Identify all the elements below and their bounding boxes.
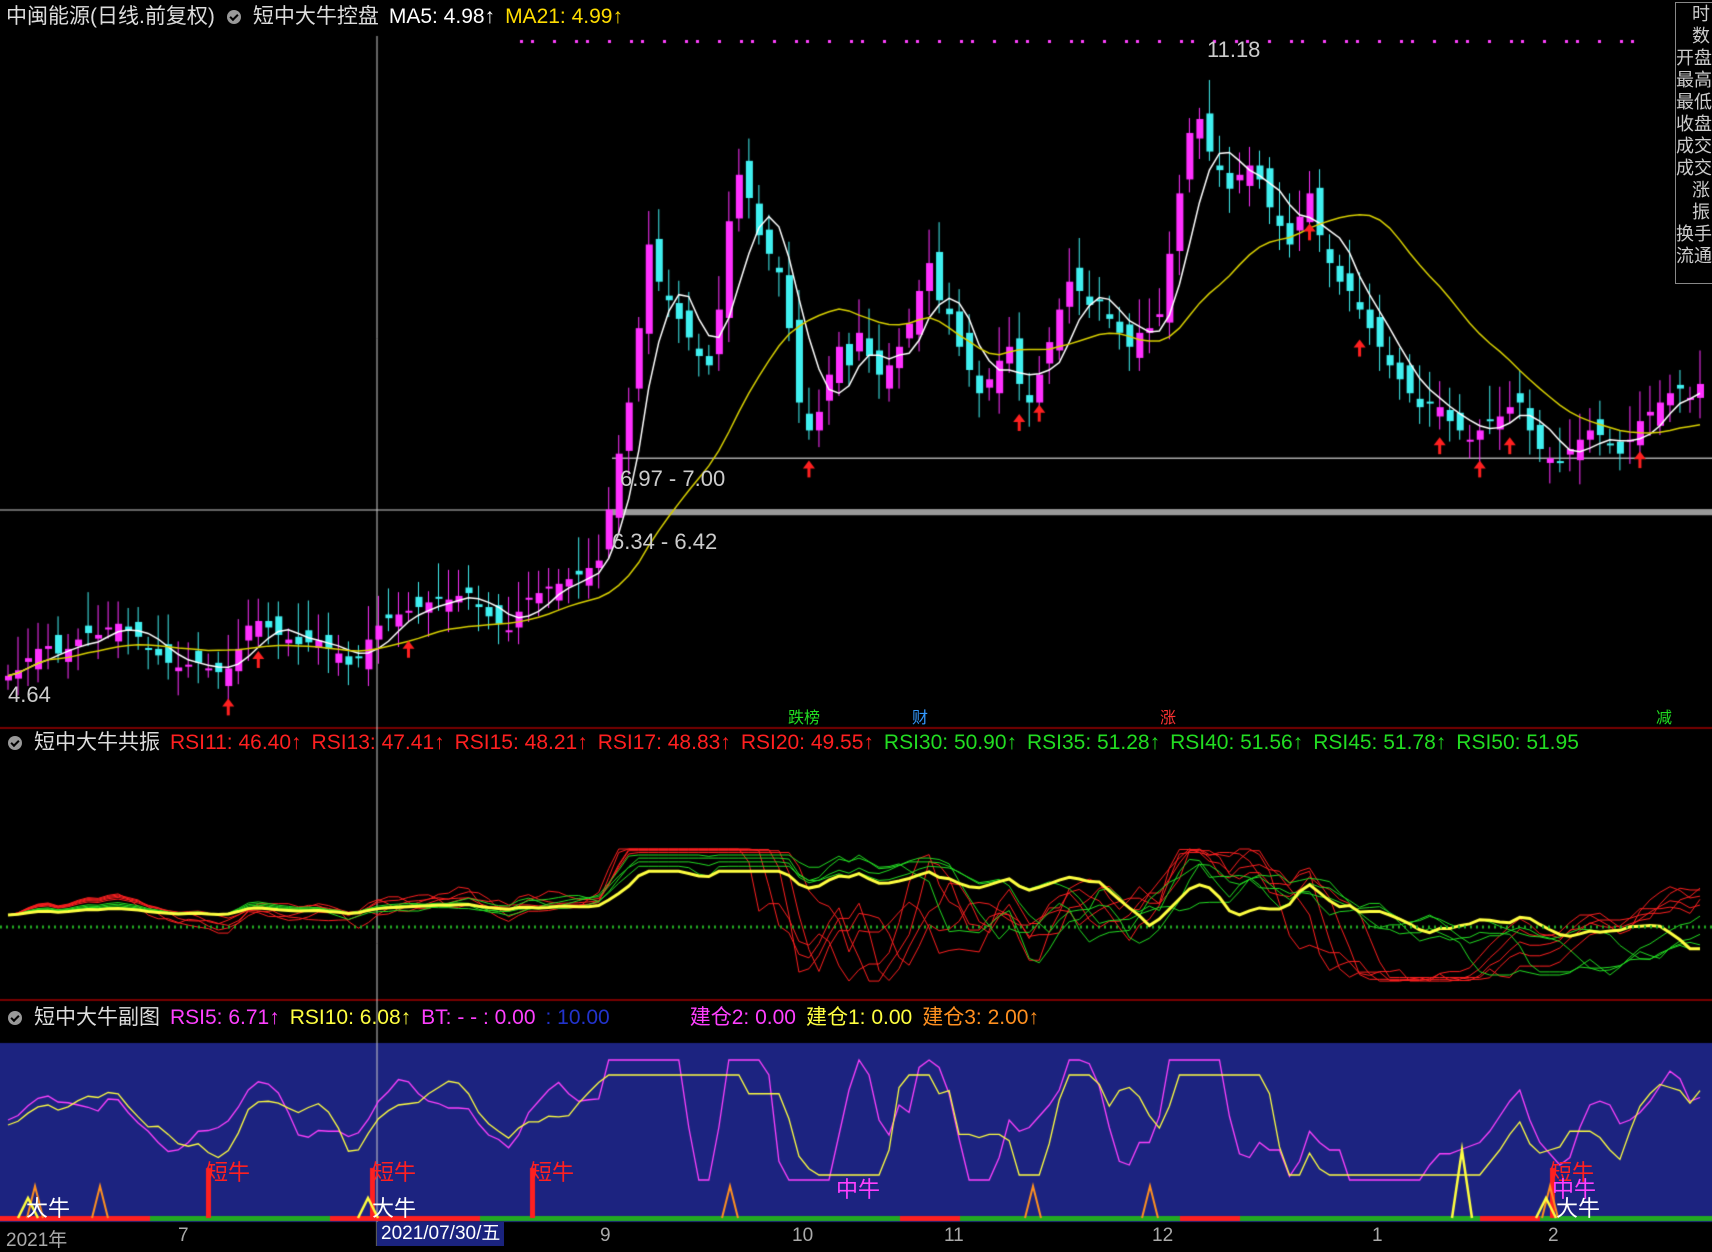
event-tag-finance[interactable]: 财 <box>910 709 930 729</box>
rsi-value-7: RSI40: 51.56↑ <box>1170 731 1304 754</box>
quote-field-label: 成交 <box>1676 158 1712 178</box>
resonance-header: 短中大牛共振 RSI11: 46.40↑ RSI13: 47.41↑ RSI15: … <box>0 728 1579 758</box>
indicator-toggle-icon[interactable] <box>8 1011 22 1025</box>
x-axis-label: 1 <box>1372 1225 1383 1246</box>
stock-title[interactable]: 中闽能源(日线.前复权) <box>6 2 215 32</box>
quote-field-label: 数 <box>1692 26 1710 46</box>
quote-info-panel[interactable]: 时数开盘 最高 最低 收盘 成交 成交涨振换手 流通 <box>1675 2 1712 284</box>
signal-big-bull-2: 大牛 <box>372 1196 417 1221</box>
quote-field-label: 最低 <box>1676 92 1712 112</box>
sub-value-list: RSI5: 6.71↑ RSI10: 6.08↑ BT: - - : 0.00 : 1… <box>170 1003 1039 1033</box>
cursor-date-badge: 2021/07/30/五 <box>377 1222 505 1246</box>
rsi-value-list: RSI11: 46.40↑ RSI13: 47.41↑ RSI15: 48.21↑ R… <box>170 728 1579 758</box>
sub-indicator-name[interactable]: 短中大牛副图 <box>34 1003 160 1033</box>
signal-short-bull-1: 短牛 <box>206 1160 251 1185</box>
rsi-value-3: RSI17: 48.83↑ <box>597 731 731 754</box>
sub-value-6: 建仓3: 2.00↑ <box>922 1006 1039 1029</box>
event-tag-reduce[interactable]: 减 <box>1654 709 1674 729</box>
low-price-label: 4.64 <box>8 682 51 707</box>
x-axis-label: 9 <box>600 1225 611 1246</box>
quote-field-label: 换手 <box>1676 224 1712 244</box>
indicator-toggle-icon[interactable] <box>8 736 22 750</box>
rsi-value-8: RSI45: 51.78↑ <box>1313 731 1447 754</box>
event-tag-dieban[interactable]: 跌榜 <box>786 709 822 729</box>
kline-chart-canvas[interactable] <box>0 0 1712 1246</box>
signal-short-bull-3: 短牛 <box>530 1160 575 1185</box>
event-tag-rise[interactable]: 涨 <box>1158 709 1178 729</box>
signal-short-bull-2: 短牛 <box>372 1160 417 1185</box>
x-axis-label: 12 <box>1152 1225 1174 1246</box>
rsi-value-5: RSI30: 50.90↑ <box>883 731 1017 754</box>
quote-field-label: 收盘 <box>1676 114 1712 134</box>
sub-chart-header: 短中大牛副图 RSI5: 6.71↑ RSI10: 6.08↑ BT: - - : … <box>0 1003 1039 1033</box>
x-axis-label: 7 <box>178 1225 189 1246</box>
signal-big-bull-1: 大牛 <box>26 1196 71 1221</box>
resonance-indicator-name[interactable]: 短中大牛共振 <box>34 728 160 758</box>
main-chart-header: 中闽能源(日线.前复权) 短中大牛控盘 MA5: 4.98↑ MA21: 4.9… <box>0 2 623 32</box>
zone-lower-label: 6.34 - 6.42 <box>612 529 718 554</box>
rsi-value-2: RSI15: 48.21↑ <box>454 731 588 754</box>
sub-value-1: RSI10: 6.08↑ <box>289 1006 412 1029</box>
quote-field-label: 开盘 <box>1676 48 1712 68</box>
sub-value-4: 建仓2: 0.00 <box>689 1006 796 1029</box>
quote-field-label: 成交 <box>1676 136 1712 156</box>
main-indicator-name[interactable]: 短中大牛控盘 <box>253 2 379 32</box>
sub-value-0: RSI5: 6.71↑ <box>170 1006 280 1029</box>
quote-field-label: 振 <box>1692 202 1710 222</box>
ma5-value: MA5: 4.98↑ <box>388 5 496 28</box>
x-axis-label: 11 <box>944 1225 964 1246</box>
x-axis-label: 2 <box>1548 1225 1559 1246</box>
sub-value-5: 建仓1: 0.00 <box>805 1006 913 1029</box>
rsi-value-0: RSI11: 46.40↑ <box>170 731 302 754</box>
signal-mid-bull: 中牛 <box>836 1177 881 1202</box>
rsi-value-4: RSI20: 49.55↑ <box>740 731 874 754</box>
quote-field-label: 时 <box>1692 4 1710 24</box>
quote-field-label: 涨 <box>1692 180 1710 200</box>
rsi-value-6: RSI35: 51.28↑ <box>1027 731 1161 754</box>
high-price-label: 11.18 <box>1207 37 1261 62</box>
rsi-value-9: RSI50: 51.95 <box>1456 731 1579 754</box>
zone-upper-label: 6.97 - 7.00 <box>620 466 726 491</box>
x-axis-label: 10 <box>792 1225 814 1246</box>
indicator-toggle-icon[interactable] <box>226 10 241 24</box>
sub-value-3: : 10.00 <box>545 1006 610 1029</box>
rsi-value-1: RSI13: 47.41↑ <box>311 731 445 754</box>
quote-field-label: 最高 <box>1676 70 1712 90</box>
signal-big-bull-3: 大牛 <box>1556 1196 1601 1221</box>
x-axis-label: 2021年 <box>6 1230 68 1251</box>
quote-field-label: 流通 <box>1676 246 1712 266</box>
sub-value-2: BT: - - : 0.00 <box>421 1006 536 1029</box>
ma21-value: MA21: 4.99↑ <box>505 5 623 28</box>
